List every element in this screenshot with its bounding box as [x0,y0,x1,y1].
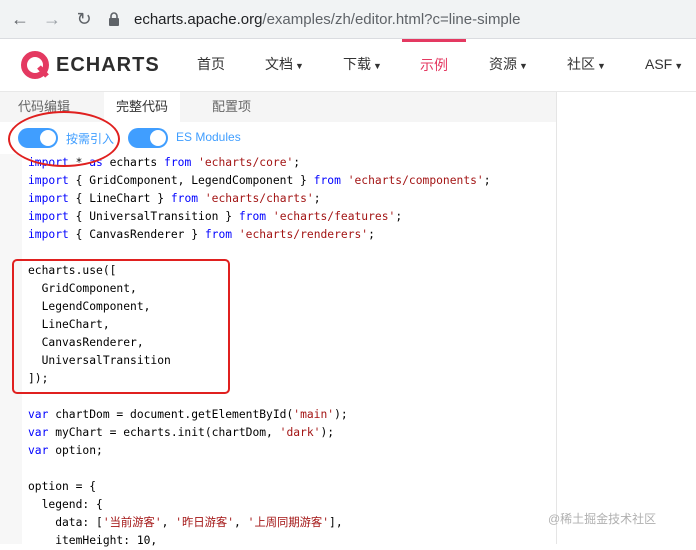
code-line: import { GridComponent, LegendComponent … [28,174,491,187]
es-modules-label: ES Modules [176,130,241,144]
annotation-rectangle [12,259,230,394]
caret-down-icon: ▼ [295,61,304,71]
tab-full-code[interactable]: 完整代码 [104,92,181,122]
menu-examples[interactable]: 示例 [402,39,466,91]
code-line: option = { [28,480,97,493]
menu-asf[interactable]: ASF ▼ [645,39,683,91]
url-path: /examples/zh/editor.html?c=line-simple [262,10,521,28]
code-line: itemHeight: 10, [28,534,158,547]
menu-label: 首页 [197,56,225,72]
code-line: var option; [28,444,103,457]
caret-down-icon: ▼ [597,61,606,71]
watermark-text: @稀土掘金技术社区 [548,512,657,526]
preview-pane [556,92,696,544]
forward-arrow-icon[interactable]: → [42,9,62,29]
menu-label: 文档 [265,56,293,72]
menu-label: 示例 [420,57,448,73]
menu-label: ASF [645,56,673,72]
url-host: echarts.apache.org [134,10,263,28]
code-line: import { CanvasRenderer } from 'echarts/… [28,228,375,241]
menu-download[interactable]: 下载 ▼ [343,39,382,91]
annotation-ellipse [8,111,120,167]
tab-options[interactable]: 配置项 [200,92,263,122]
menu-community[interactable]: 社区 ▼ [567,39,606,91]
address-bar[interactable]: echarts.apache.org/examples/zh/editor.ht… [108,6,668,32]
lock-icon [109,12,119,26]
reload-icon[interactable]: ↻ [74,9,94,29]
code-line: var myChart = echarts.init(chartDom, 'da… [28,426,335,439]
caret-down-icon: ▼ [519,61,528,71]
logo-mark-icon [21,51,49,79]
site-header: ECHARTS 首页 文档 ▼ 下载 ▼ 示例 资源 ▼ 社区 ▼ ASF ▼ [0,39,696,92]
code-line: data: ['当前游客', '昨日游客', '上周同期游客'], [28,516,343,529]
menu-label: 资源 [489,56,517,72]
logo-text: ECHARTS [56,53,160,76]
menu-docs[interactable]: 文档 ▼ [265,39,304,91]
menu-label: 社区 [567,56,595,72]
menu-home[interactable]: 首页 [197,39,225,91]
caret-down-icon: ▼ [373,61,382,71]
code-line: legend: { [28,498,103,511]
caret-down-icon: ▼ [674,61,684,71]
es-modules-toggle[interactable] [128,128,168,148]
back-arrow-icon[interactable]: ← [10,9,30,29]
code-line: var chartDom = document.getElementById('… [28,408,348,421]
menu-label: 下载 [343,56,371,72]
code-line: import { UniversalTransition } from 'ech… [28,210,403,223]
code-line: import { LineChart } from 'echarts/chart… [28,192,321,205]
echarts-logo[interactable]: ECHARTS [20,50,160,80]
browser-toolbar: ← → ↻ echarts.apache.org/examples/zh/edi… [0,0,696,39]
menu-resources[interactable]: 资源 ▼ [489,39,528,91]
toggle-knob [150,130,166,146]
